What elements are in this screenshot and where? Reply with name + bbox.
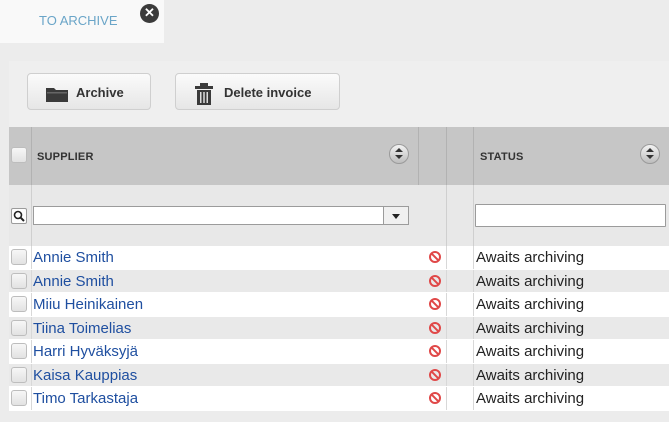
row-checkbox[interactable]: [11, 319, 27, 336]
table-row[interactable]: Annie Smith Awaits archiving: [9, 269, 669, 293]
supplier-link[interactable]: Annie Smith: [33, 249, 114, 266]
row-checkbox[interactable]: [11, 272, 27, 289]
supplier-link[interactable]: Annie Smith: [33, 273, 114, 290]
tab-label: TO ARCHIVE: [39, 13, 118, 28]
toolbar: Archive Delete invoice: [9, 61, 669, 127]
blocked-icon: [429, 392, 441, 404]
table-row[interactable]: Annie Smith Awaits archiving: [9, 246, 669, 270]
sort-icon[interactable]: [389, 144, 409, 164]
blocked-icon: [429, 321, 441, 334]
blocked-icon: [429, 345, 441, 357]
supplier-link[interactable]: Timo Tarkastaja: [33, 390, 138, 407]
row-checkbox[interactable]: [11, 296, 27, 312]
row-checkbox[interactable]: [11, 366, 27, 383]
filter-row: [9, 185, 669, 246]
row-checkbox[interactable]: [11, 343, 27, 359]
supplier-link[interactable]: Harri Hyväksyjä: [33, 343, 138, 360]
delete-invoice-button[interactable]: Delete invoice: [175, 73, 340, 110]
filter-spacer-cell: [447, 185, 474, 246]
invoice-grid: SUPPLIER STATUS Annie Smith Awaits archi…: [9, 127, 669, 422]
search-icon[interactable]: [11, 208, 27, 224]
status-column-title: STATUS: [480, 151, 524, 163]
supplier-link[interactable]: Miiu Heinikainen: [33, 296, 143, 313]
blocked-icon: [429, 368, 441, 381]
blocked-icon: [429, 298, 441, 310]
supplier-link[interactable]: Tiina Toimelias: [33, 320, 131, 337]
row-checkbox[interactable]: [11, 390, 27, 406]
status-cell: Awaits archiving: [476, 272, 585, 290]
status-cell: Awaits archiving: [476, 249, 585, 266]
header-supplier[interactable]: SUPPLIER: [32, 127, 419, 185]
supplier-link[interactable]: Kaisa Kauppias: [33, 367, 137, 384]
filter-blocked-cell: [419, 185, 447, 246]
supplier-filter-select[interactable]: [33, 206, 409, 225]
row-checkbox[interactable]: [11, 249, 27, 265]
archive-button[interactable]: Archive: [27, 73, 151, 110]
filter-search-cell: [9, 185, 32, 246]
dropdown-arrow-icon[interactable]: [383, 207, 408, 224]
header-status[interactable]: STATUS: [474, 127, 669, 185]
grid-rows: Annie Smith Awaits archiving Annie Smith…: [9, 246, 669, 411]
table-row[interactable]: Miiu Heinikainen Awaits archiving: [9, 293, 669, 317]
status-filter-input[interactable]: [475, 204, 666, 227]
table-row[interactable]: Tiina Toimelias Awaits archiving: [9, 316, 669, 340]
status-cell: Awaits archiving: [476, 343, 585, 360]
grid-header: SUPPLIER STATUS: [9, 127, 669, 185]
close-icon[interactable]: ✕: [140, 4, 159, 23]
table-row[interactable]: Timo Tarkastaja Awaits archiving: [9, 387, 669, 411]
supplier-column-title: SUPPLIER: [37, 151, 94, 163]
status-cell: Awaits archiving: [476, 390, 585, 407]
table-row[interactable]: Kaisa Kauppias Awaits archiving: [9, 363, 669, 387]
delete-invoice-button-label: Delete invoice: [224, 85, 312, 100]
status-cell: Awaits archiving: [476, 296, 585, 313]
header-select-cell: [9, 127, 32, 185]
blocked-icon: [429, 274, 441, 287]
folder-icon: [46, 88, 68, 102]
status-cell: Awaits archiving: [476, 366, 585, 384]
header-blocked: [419, 127, 447, 185]
archive-button-label: Archive: [76, 85, 124, 100]
tab-to-archive[interactable]: TO ARCHIVE ✕: [0, 0, 164, 43]
select-all-checkbox[interactable]: [11, 147, 27, 163]
blocked-icon: [429, 251, 441, 263]
status-cell: Awaits archiving: [476, 319, 585, 337]
sort-icon[interactable]: [640, 144, 660, 164]
trash-icon: [195, 83, 213, 105]
header-spacer: [447, 127, 474, 185]
table-row[interactable]: Harri Hyväksyjä Awaits archiving: [9, 340, 669, 364]
